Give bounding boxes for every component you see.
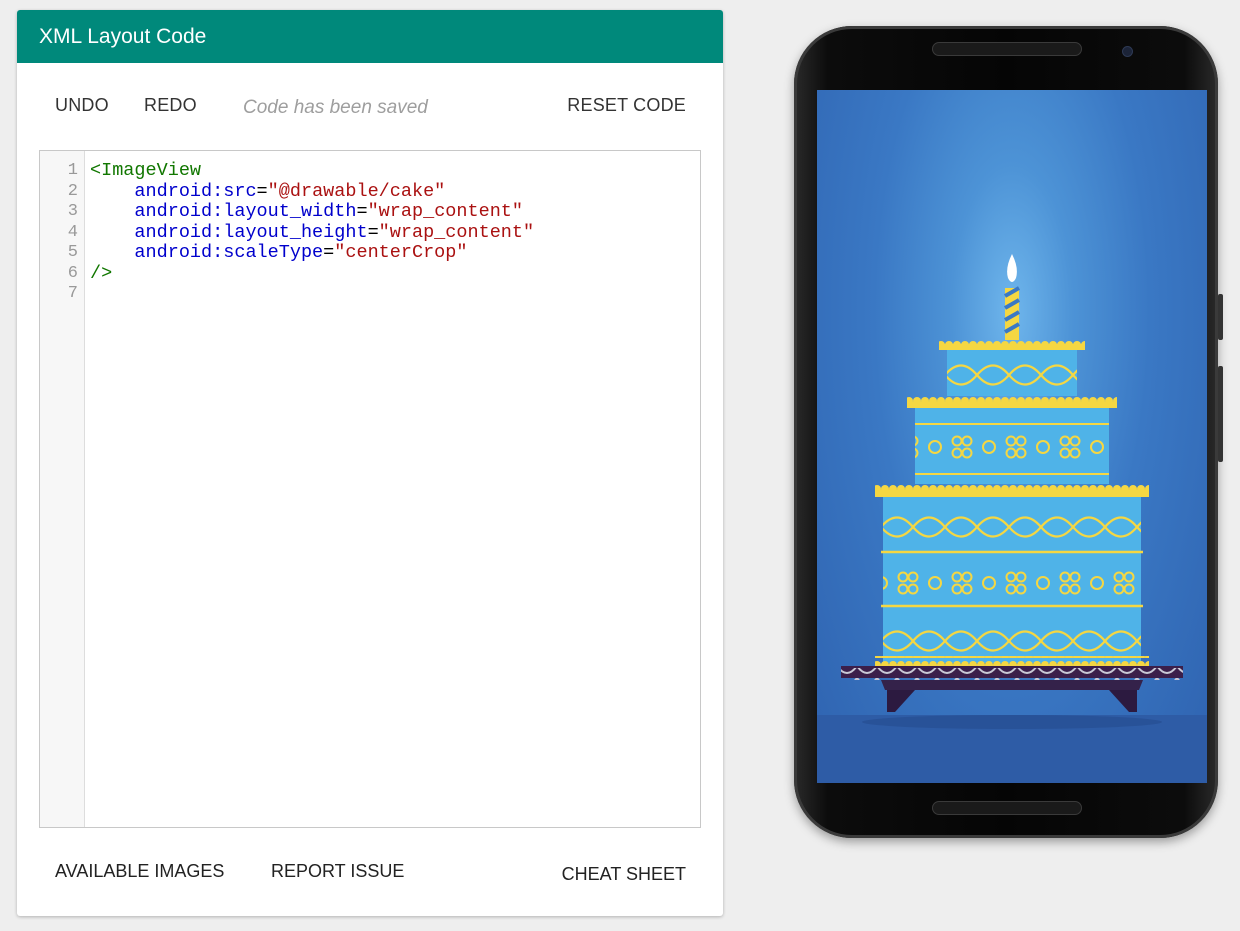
code-editor[interactable]: 1234567 <ImageView android:src="@drawabl… (39, 150, 701, 828)
bottom-speaker (932, 801, 1082, 815)
editor-toolbar: UNDO REDO Code has been saved RESET CODE (17, 63, 723, 149)
code-token: <ImageView (90, 160, 202, 181)
code-token: = (367, 221, 379, 243)
code-token: = (356, 201, 368, 222)
code-line[interactable]: /> (90, 262, 113, 285)
code-line[interactable]: android:src="@drawable/cake" (90, 180, 446, 203)
line-number: 2 (67, 181, 78, 201)
save-status: Code has been saved (243, 97, 428, 118)
code-token: = (256, 180, 268, 202)
top-speaker (932, 42, 1082, 56)
code-token: "centerCrop" (334, 242, 468, 263)
code-token: /> (90, 262, 113, 284)
code-token: android:layout_height (134, 221, 368, 243)
power-button (1218, 294, 1223, 340)
candle (1004, 254, 1020, 340)
code-token: = (323, 242, 335, 263)
phone-screen (817, 90, 1207, 783)
report-issue-button[interactable]: REPORT ISSUE (271, 861, 404, 882)
volume-button (1218, 366, 1223, 462)
panel-header: XML Layout Code (17, 10, 723, 63)
line-number: 3 (67, 202, 78, 221)
code-token: android:layout_width (134, 201, 357, 222)
phone-preview (790, 26, 1224, 842)
available-images-button[interactable]: AVAILABLE IMAGES (55, 861, 224, 882)
code-token: "wrap_content" (367, 201, 524, 222)
reset-code-button[interactable]: RESET CODE (567, 95, 686, 116)
phone-frame (794, 26, 1218, 838)
cheat-sheet-button[interactable]: CHEAT SHEET (562, 864, 686, 885)
code-line[interactable]: android:scaleType="centerCrop" (90, 242, 468, 264)
xml-layout-panel: XML Layout Code UNDO REDO Code has been … (17, 10, 723, 916)
line-number: 6 (67, 263, 78, 283)
code-line[interactable]: <ImageView (90, 160, 202, 182)
line-number: 7 (67, 284, 78, 303)
redo-button[interactable]: REDO (144, 95, 197, 116)
code-token: "@drawable/cake" (267, 180, 446, 202)
front-camera (1122, 46, 1133, 57)
code-token: android:scaleType (134, 242, 324, 263)
code-line[interactable]: android:layout_width="wrap_content" (90, 201, 524, 223)
cake-second-tier (907, 396, 1117, 484)
cake-image (841, 254, 1183, 729)
cake-bottom-tier (875, 484, 1149, 666)
undo-button[interactable]: UNDO (55, 95, 109, 116)
line-number: 5 (67, 243, 78, 262)
code-token: android:src (134, 180, 257, 202)
line-number-gutter: 1234567 (40, 151, 85, 827)
code-token: "wrap_content" (378, 221, 535, 243)
line-number: 4 (67, 222, 78, 242)
line-number: 1 (67, 161, 78, 180)
cake-stand (841, 666, 1183, 729)
panel-title: XML Layout Code (39, 24, 207, 48)
code-line[interactable]: android:layout_height="wrap_content" (90, 221, 535, 244)
cake-top-tier (939, 338, 1085, 396)
